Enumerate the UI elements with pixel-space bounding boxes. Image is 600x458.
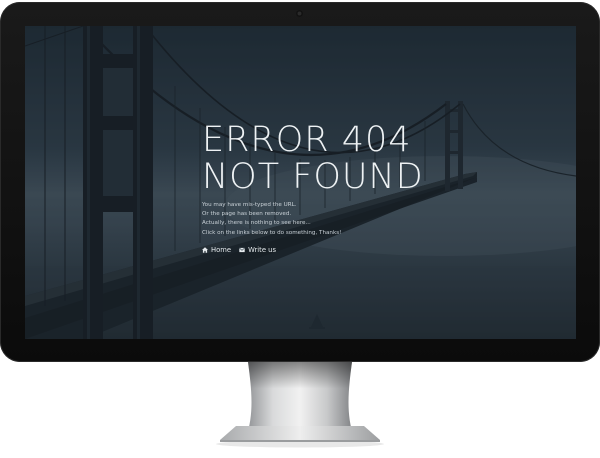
error-message: You may have mis-typed the URL. Or the p… <box>202 201 502 238</box>
error-content: ERROR 404 NOT FOUND You may have mis-typ… <box>202 122 502 254</box>
message-line: Click on the links below to do something… <box>202 229 342 236</box>
message-line: You may have mis-typed the URL. <box>202 202 297 208</box>
monitor-screen: ERROR 404 NOT FOUND You may have mis-typ… <box>25 26 576 339</box>
write-us-link-label: Write us <box>248 245 277 254</box>
error-links: Home Write us <box>202 246 502 254</box>
monitor-mockup: ERROR 404 NOT FOUND You may have mis-typ… <box>0 0 600 458</box>
error-title-line1: ERROR 404 <box>202 120 412 160</box>
write-us-link[interactable]: Write us <box>239 246 276 254</box>
message-line: Or the page has been removed. <box>202 211 292 218</box>
monitor-bezel: ERROR 404 NOT FOUND You may have mis-typ… <box>0 2 600 362</box>
home-link[interactable]: Home <box>202 246 231 254</box>
message-line: Actually, there is nothing to see here..… <box>202 220 311 227</box>
monitor-stand-foot <box>216 426 384 448</box>
mail-icon <box>239 247 245 252</box>
webcam-icon <box>296 10 303 17</box>
home-icon <box>202 247 208 253</box>
error-title-line2: NOT FOUND <box>202 157 424 197</box>
home-link-label: Home <box>211 245 232 254</box>
